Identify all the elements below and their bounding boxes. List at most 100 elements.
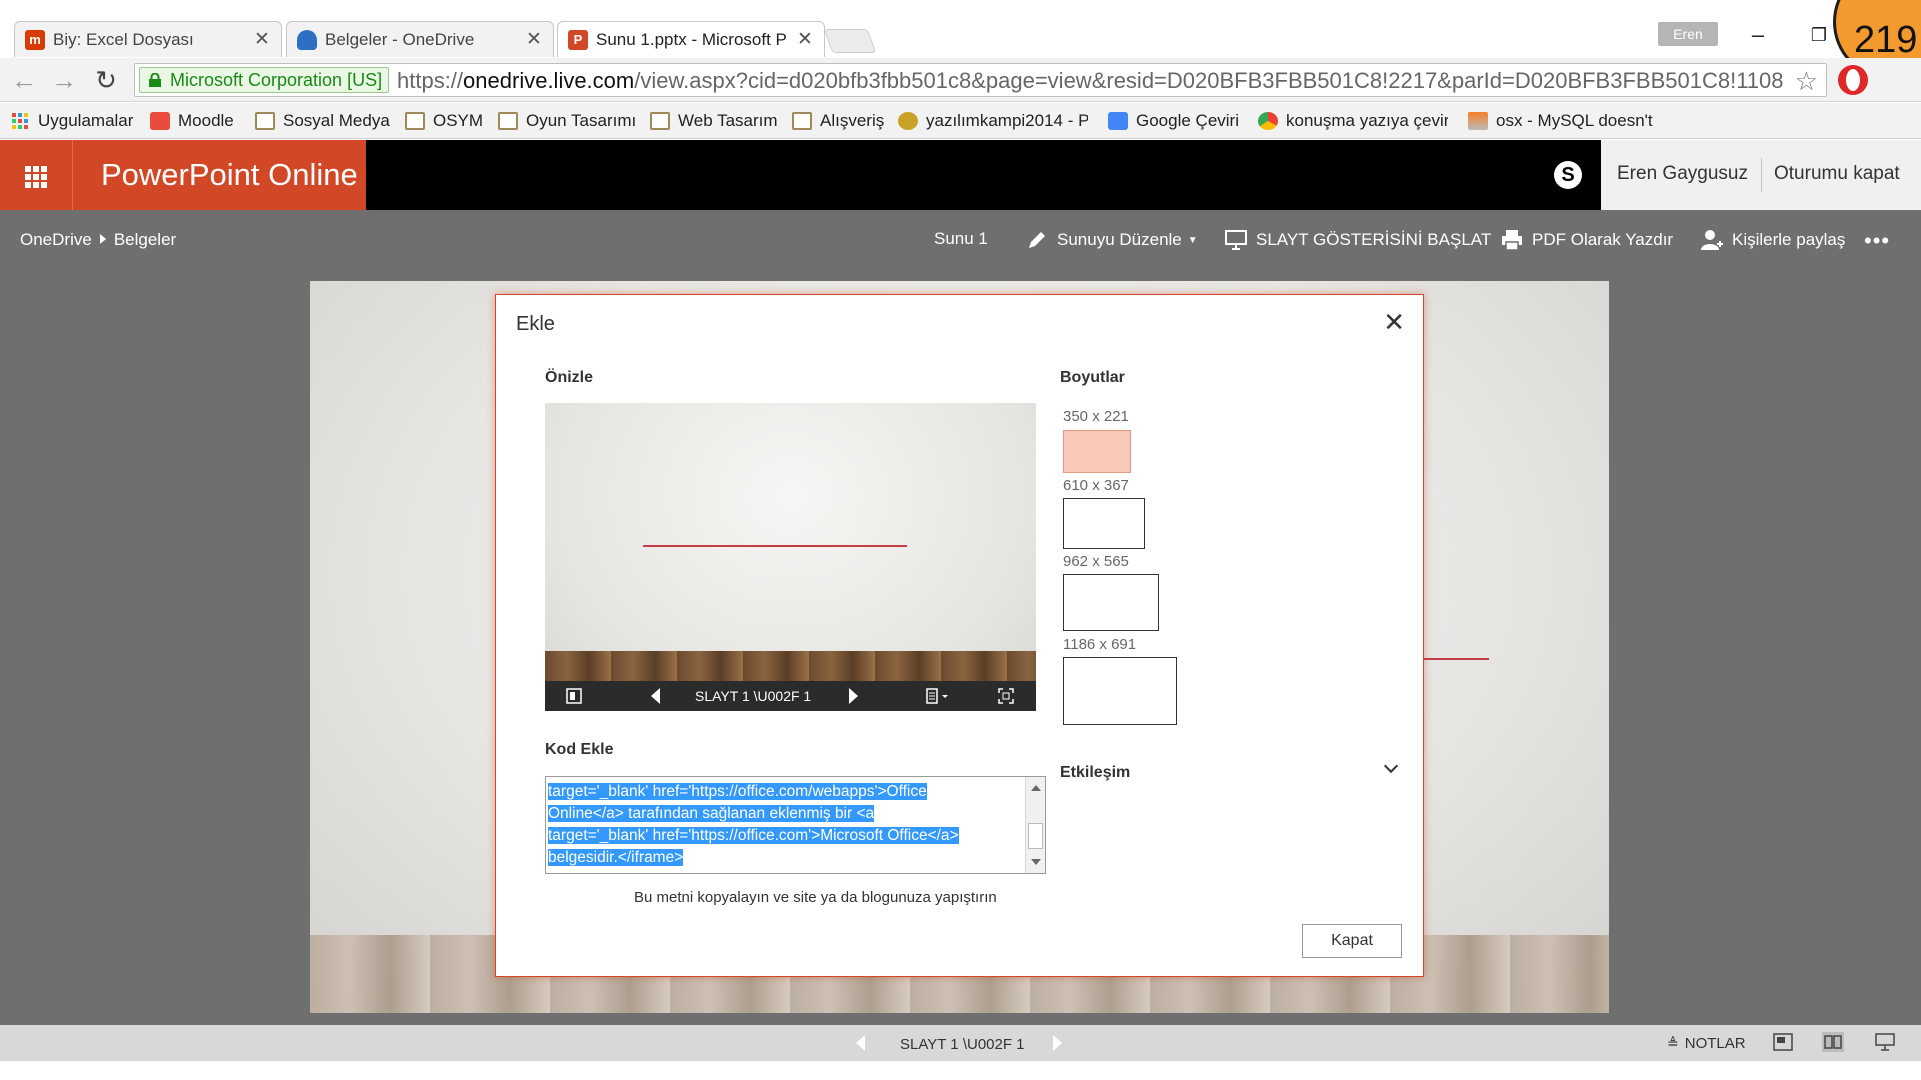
- interaction-label[interactable]: Etkileşim: [1060, 764, 1130, 782]
- code-scrollbar[interactable]: [1025, 777, 1045, 873]
- start-slideshow-button[interactable]: SLAYT GÖSTERİSİNİ BAŞLAT: [1224, 229, 1491, 251]
- bookmark-oyun-tasarimi[interactable]: Oyun Tasarımı: [498, 109, 636, 133]
- chevron-down-icon[interactable]: [1383, 758, 1399, 774]
- embed-dialog: Ekle ✕ Önizle SLAYT 1 \U002F 1 Boyutlar …: [495, 294, 1424, 977]
- url-bar[interactable]: Microsoft Corporation [US] https://onedr…: [134, 63, 1827, 97]
- bookmark-web-tasarim[interactable]: Web Tasarım: [650, 109, 778, 133]
- embed-code-textarea[interactable]: target='_blank' href='https://office.com…: [545, 776, 1046, 874]
- tab-title: Belgeler - OneDrive: [325, 29, 475, 49]
- size-label-1186: 1186 x 691: [1063, 636, 1137, 653]
- app-name[interactable]: PowerPoint Online: [72, 140, 366, 210]
- tab-title: Sunu 1.pptx - Microsoft P: [596, 29, 787, 49]
- share-button[interactable]: Kişilerle paylaş: [1700, 229, 1845, 251]
- onedrive-cloud-icon: [297, 29, 317, 50]
- size-option-962x565[interactable]: [1063, 574, 1159, 631]
- apps-grid-icon: [12, 113, 28, 129]
- app-launcher-icon[interactable]: [0, 140, 72, 210]
- dialog-title: Ekle: [516, 313, 555, 335]
- print-pdf-button[interactable]: PDF Olarak Yazdır: [1500, 229, 1673, 251]
- browser-tab-excel[interactable]: m Biy: Excel Dosyası ✕: [14, 21, 282, 57]
- bookmark-osym[interactable]: OSYM: [405, 109, 483, 133]
- fullscreen-icon[interactable]: [997, 687, 1015, 705]
- notes-label: NOTLAR: [1684, 1035, 1746, 1052]
- size-option-1186x691[interactable]: [1063, 657, 1177, 725]
- bookmark-alisveris[interactable]: Alışveriş: [792, 109, 884, 133]
- divider: [1761, 158, 1762, 192]
- profile-button[interactable]: Eren: [1658, 22, 1718, 46]
- slideshow-view-icon[interactable]: [1874, 1032, 1896, 1052]
- embed-code-text: target='_blank' href='https://office.com…: [548, 781, 1018, 869]
- slide-red-line: [1424, 658, 1489, 660]
- next-slide-icon[interactable]: [849, 688, 858, 704]
- close-tab-icon[interactable]: ✕: [796, 28, 814, 51]
- security-indicator[interactable]: Microsoft Corporation [US]: [139, 67, 390, 93]
- moodle-icon: [150, 112, 170, 130]
- back-arrow-icon[interactable]: ←: [8, 64, 40, 96]
- embed-code-label: Kod Ekle: [545, 741, 614, 758]
- bookmark-label: Oyun Tasarımı: [526, 111, 637, 130]
- url-prefix: https://: [397, 68, 464, 93]
- bookmark-label: Alışveriş: [820, 111, 885, 130]
- code-line: belgesidir.</iframe>: [548, 849, 684, 866]
- code-line: Online</a> tarafından sağlanan eklenmiş …: [548, 805, 875, 822]
- preview-red-line: [643, 545, 907, 547]
- skype-button[interactable]: S: [1535, 140, 1601, 210]
- size-label-610: 610 x 367: [1063, 477, 1129, 494]
- browser-tab-onedrive[interactable]: Belgeler - OneDrive ✕: [286, 21, 554, 57]
- bookmark-moodle[interactable]: Moodle: [150, 109, 234, 133]
- office-header: PowerPoint Online S Eren Gaygusuz Oturum…: [0, 140, 1921, 210]
- minimize-icon[interactable]: –: [1738, 20, 1778, 50]
- forward-arrow-icon[interactable]: →: [48, 64, 80, 96]
- size-option-350x221[interactable]: [1063, 430, 1131, 473]
- url-path: /view.aspx?cid=d020bfb3fbb501c8&page=vie…: [634, 68, 1784, 93]
- size-option-610x367[interactable]: [1063, 498, 1145, 549]
- caret-down-icon: ▼: [1187, 234, 1198, 246]
- bookmark-star-icon[interactable]: ☆: [1795, 66, 1818, 97]
- close-tab-icon[interactable]: ✕: [253, 28, 271, 51]
- address-bar-row: ← → ↻ Microsoft Corporation [US] https:/…: [0, 58, 1921, 102]
- prev-slide-icon[interactable]: [856, 1035, 865, 1051]
- bookmark-mysql[interactable]: osx - MySQL doesn't s: [1468, 109, 1658, 133]
- pencil-icon: [1029, 232, 1045, 248]
- folder-icon: [792, 112, 812, 130]
- opera-icon[interactable]: [1838, 65, 1868, 95]
- bookmark-apps[interactable]: Uygulamalar: [10, 109, 133, 133]
- next-slide-icon[interactable]: [1053, 1035, 1062, 1051]
- chrome-icon: [1258, 112, 1278, 130]
- scroll-thumb[interactable]: [1028, 823, 1043, 849]
- bookmark-yazilimkampi[interactable]: yazılımkampi2014 - P: [898, 109, 1088, 133]
- badge-number: 219: [1854, 19, 1918, 61]
- close-icon[interactable]: ✕: [1383, 307, 1405, 338]
- user-area: Eren Gaygusuz Oturumu kapat: [1601, 140, 1921, 210]
- bookmark-konusma[interactable]: konuşma yazıya çevir: [1258, 109, 1448, 133]
- copy-hint: Bu metni kopyalayın ve site ya da blogun…: [634, 889, 997, 906]
- reading-view-icon[interactable]: [1822, 1032, 1844, 1052]
- prev-slide-icon[interactable]: [651, 688, 660, 704]
- scroll-up-icon[interactable]: [1031, 785, 1041, 791]
- pdf-label: PDF Olarak Yazdır: [1532, 230, 1674, 249]
- url-text[interactable]: https://onedrive.live.com/view.aspx?cid=…: [397, 68, 1787, 94]
- normal-view-icon[interactable]: [1772, 1032, 1794, 1052]
- document-name: Sunu 1: [934, 229, 988, 248]
- more-options-icon[interactable]: •••: [1864, 228, 1890, 254]
- close-button[interactable]: Kapat: [1302, 924, 1402, 958]
- bookmark-label: yazılımkampi2014 - P: [926, 111, 1088, 130]
- tab-title: Biy: Excel Dosyası: [53, 29, 194, 49]
- bookmark-label: OSYM: [433, 111, 484, 130]
- breadcrumb-onedrive[interactable]: OneDrive: [20, 230, 92, 249]
- bookmark-google-ceviri[interactable]: Google Çeviri: [1108, 109, 1239, 133]
- breadcrumb-belgeler[interactable]: Belgeler: [114, 230, 176, 249]
- reload-icon[interactable]: ↻: [90, 64, 122, 96]
- bookmark-sosyal-medya[interactable]: Sosyal Medya: [255, 109, 390, 133]
- powerpoint-logo-icon[interactable]: [565, 687, 583, 705]
- user-name[interactable]: Eren Gaygusuz: [1617, 163, 1748, 185]
- notes-button[interactable]: ≜ NOTLAR: [1667, 1035, 1746, 1052]
- sign-out-link[interactable]: Oturumu kapat: [1774, 163, 1900, 185]
- slide-menu-icon[interactable]: [925, 687, 951, 705]
- folder-icon: [498, 112, 518, 130]
- scroll-down-icon[interactable]: [1031, 859, 1041, 865]
- close-tab-icon[interactable]: ✕: [525, 28, 543, 51]
- browser-tab-powerpoint[interactable]: P Sunu 1.pptx - Microsoft P ✕: [557, 21, 825, 57]
- new-tab-button[interactable]: [823, 29, 877, 53]
- edit-presentation-button[interactable]: Sunuyu Düzenle ▼: [1025, 229, 1198, 251]
